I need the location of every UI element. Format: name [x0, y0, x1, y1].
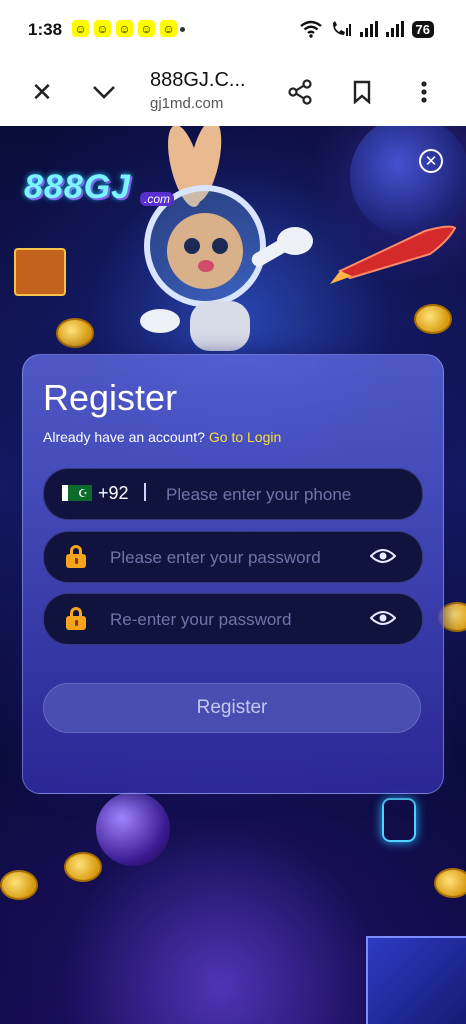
go-to-login-link[interactable]: Go to Login: [209, 429, 281, 445]
bookmark-icon[interactable]: [346, 76, 378, 108]
brand-logo-suffix: .com: [140, 192, 175, 206]
snapchat-icon: ☺: [94, 20, 111, 37]
confirm-password-input[interactable]: [108, 594, 372, 646]
status-time: 1:38: [28, 20, 63, 39]
brand-logo: 888GJ: [24, 168, 132, 206]
close-icon[interactable]: ✕: [26, 76, 58, 108]
lock-icon: [66, 607, 86, 630]
page-url[interactable]: gj1md.com: [150, 95, 223, 112]
snapchat-icon: ☺: [72, 20, 89, 37]
country-code[interactable]: +92: [98, 483, 129, 504]
signal-icon: [385, 21, 404, 37]
wifi-calling-icon: [332, 21, 351, 36]
eye-icon[interactable]: [370, 610, 396, 626]
notification-icons: ☺ ☺ ☺ ☺ ☺: [72, 20, 177, 37]
coin-image: [56, 318, 94, 348]
snapchat-icon: ☺: [116, 20, 133, 37]
keyhole-image: [382, 798, 416, 842]
snapchat-icon: ☺: [138, 20, 155, 37]
confirm-password-field[interactable]: [43, 593, 423, 646]
battery-icon: 76: [411, 20, 434, 38]
login-prompt-text: Already have an account?: [43, 429, 205, 445]
register-button[interactable]: Register: [43, 683, 421, 733]
share-icon[interactable]: [284, 76, 316, 108]
coin-image: [434, 868, 466, 898]
more-options-icon[interactable]: [408, 76, 440, 108]
status-bar: 1:38 ☺ ☺ ☺ ☺ ☺ 76: [0, 0, 466, 60]
register-card: Register Already have an account? Go to L…: [22, 354, 444, 794]
page-title[interactable]: 888GJ.C...: [150, 69, 246, 92]
rocket-image: [330, 225, 457, 284]
gift-box-image: [366, 936, 466, 1024]
more-notifications-dot: [180, 27, 185, 32]
astronaut-rabbit-image: [140, 126, 313, 351]
signal-icon: [359, 21, 378, 37]
lock-icon: [66, 545, 86, 568]
phone-input[interactable]: [164, 469, 408, 521]
coin-image: [0, 870, 38, 900]
coin-image: [414, 304, 452, 334]
login-prompt: Already have an account? Go to Login: [43, 429, 281, 445]
sphere-image: [96, 792, 170, 866]
eye-icon[interactable]: [370, 548, 396, 564]
password-input[interactable]: [108, 532, 372, 584]
snapchat-icon: ☺: [160, 20, 177, 37]
coin-image: [64, 852, 102, 882]
password-field[interactable]: [43, 531, 423, 584]
game-page: ✕ 888GJ .com Register Already have an ac…: [0, 126, 466, 1024]
phone-field[interactable]: ☪ +92: [43, 468, 423, 521]
wifi-icon: [299, 20, 322, 38]
field-divider: [144, 483, 146, 501]
gift-box-image: [14, 248, 66, 296]
chevron-down-icon[interactable]: [88, 76, 120, 108]
register-title: Register: [43, 377, 178, 418]
close-icon[interactable]: ✕: [419, 149, 443, 173]
pakistan-flag-icon: ☪: [62, 485, 92, 501]
system-icons: 76: [299, 20, 434, 38]
